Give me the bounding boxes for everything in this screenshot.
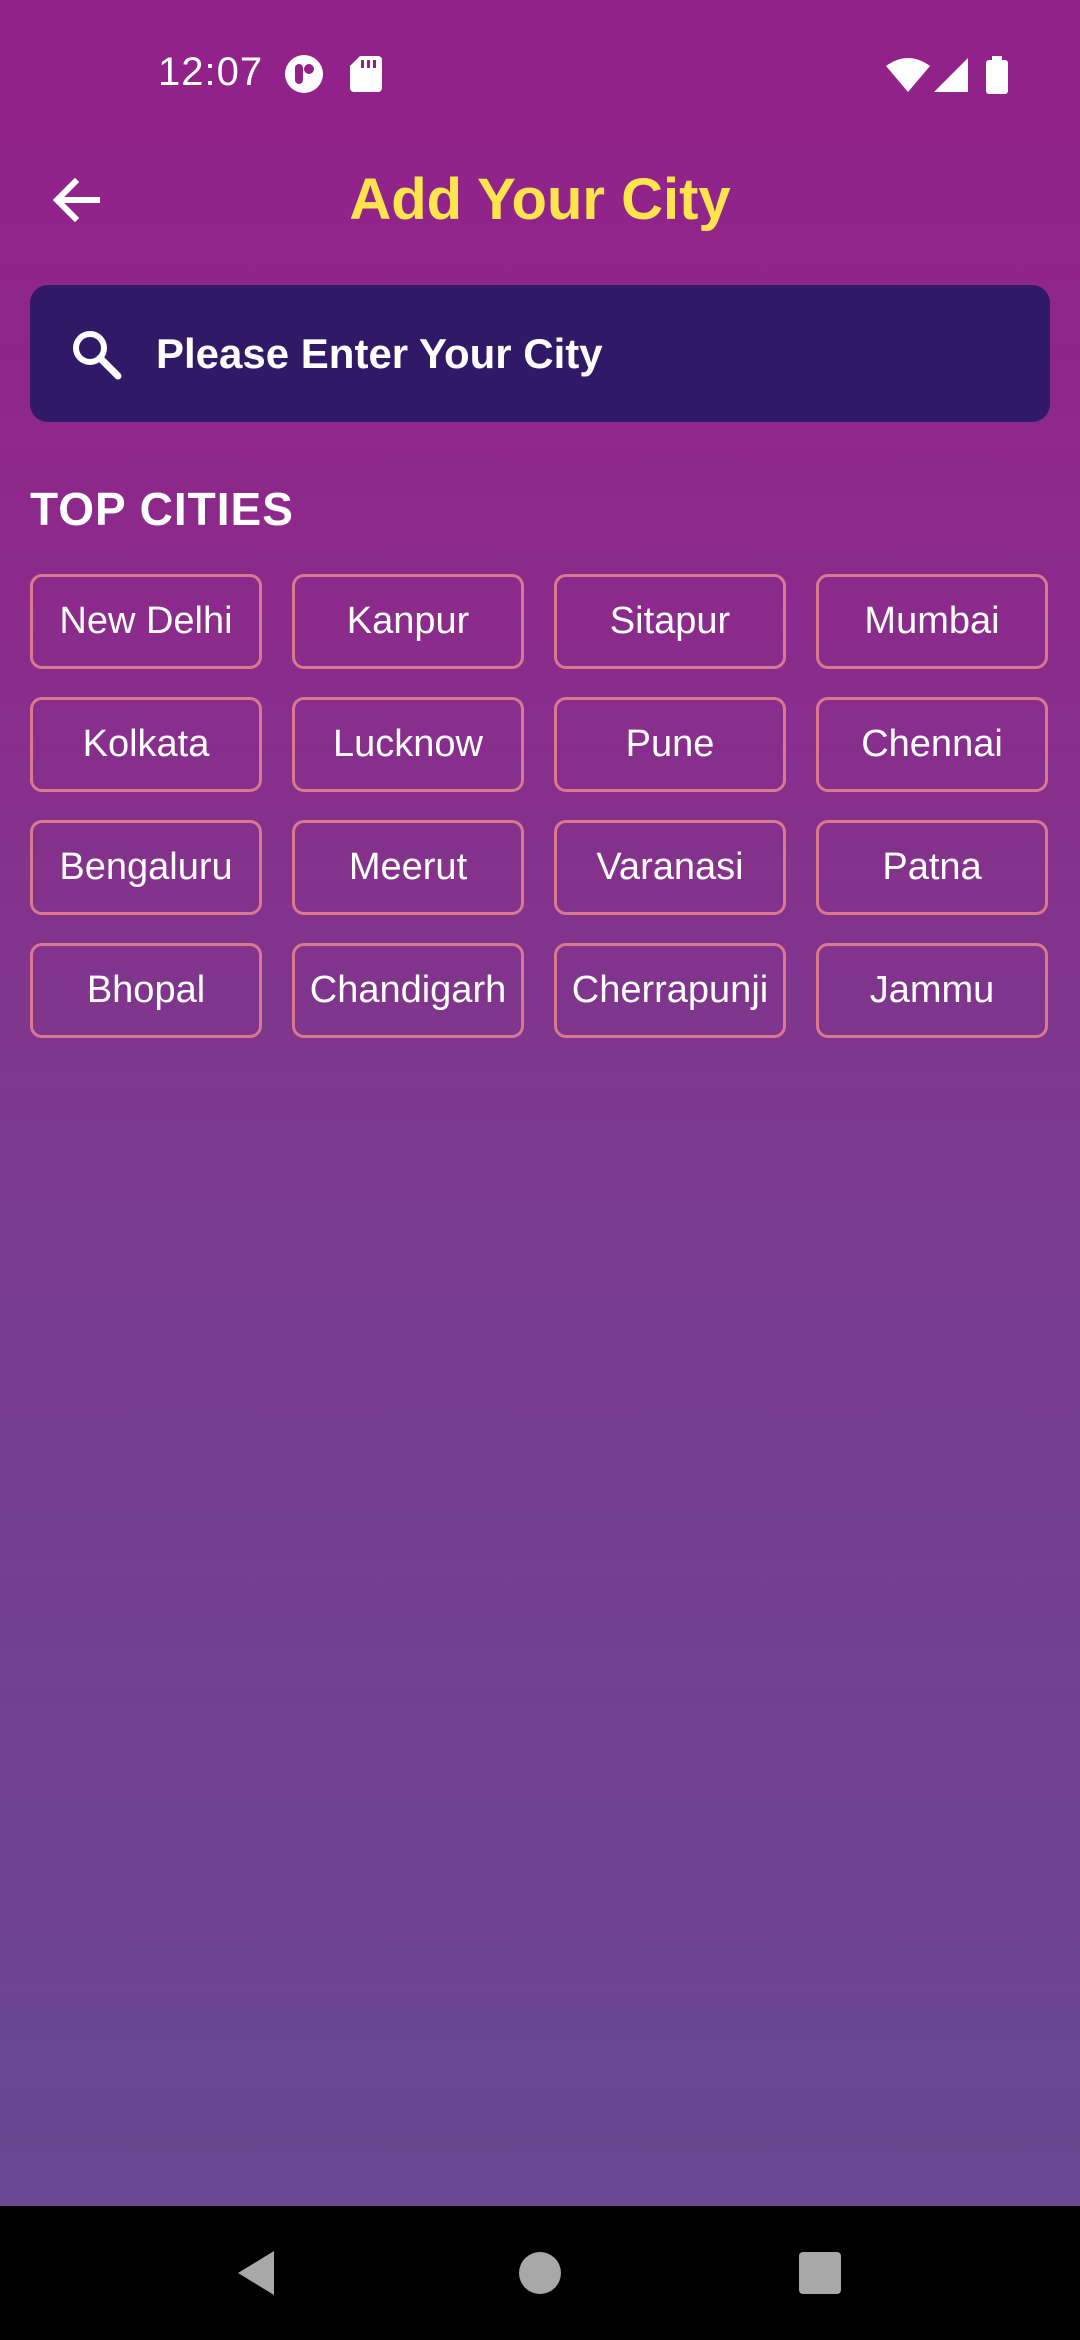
city-chip-chandigarh[interactable]: Chandigarh bbox=[292, 943, 524, 1038]
city-chip-lucknow[interactable]: Lucknow bbox=[292, 697, 524, 792]
top-cities-heading: TOP CITIES bbox=[30, 483, 294, 535]
city-chip-pune[interactable]: Pune bbox=[554, 697, 786, 792]
city-chip-kanpur[interactable]: Kanpur bbox=[292, 574, 524, 669]
city-chip-varanasi[interactable]: Varanasi bbox=[554, 820, 786, 915]
signal-icon bbox=[934, 58, 968, 97]
nav-recents-button[interactable] bbox=[760, 2206, 880, 2340]
city-chip-bengaluru[interactable]: Bengaluru bbox=[30, 820, 262, 915]
back-triangle-icon bbox=[238, 2251, 274, 2295]
city-chip-kolkata[interactable]: Kolkata bbox=[30, 697, 262, 792]
add-city-screen: 12:07 Add Your City Please Enter Your Ci… bbox=[0, 0, 1080, 2340]
status-bar: 12:07 bbox=[0, 0, 1080, 150]
search-icon bbox=[68, 326, 124, 382]
home-circle-icon bbox=[519, 2252, 561, 2294]
city-chip-jammu[interactable]: Jammu bbox=[816, 943, 1048, 1038]
city-search-input[interactable] bbox=[154, 284, 1050, 423]
status-time: 12:07 bbox=[158, 50, 264, 94]
notification-app-icon bbox=[284, 54, 324, 99]
city-chip-sitapur[interactable]: Sitapur bbox=[554, 574, 786, 669]
city-chip-bhopal[interactable]: Bhopal bbox=[30, 943, 262, 1038]
city-chip-chennai[interactable]: Chennai bbox=[816, 697, 1048, 792]
city-chip-cherrapunji[interactable]: Cherrapunji bbox=[554, 943, 786, 1038]
recents-square-icon bbox=[799, 2252, 841, 2294]
city-chip-patna[interactable]: Patna bbox=[816, 820, 1048, 915]
battery-icon bbox=[986, 56, 1008, 99]
city-chip-meerut[interactable]: Meerut bbox=[292, 820, 524, 915]
nav-home-button[interactable] bbox=[480, 2206, 600, 2340]
sd-card-icon bbox=[350, 56, 382, 97]
system-navigation-bar bbox=[0, 2206, 1080, 2340]
city-chip-mumbai[interactable]: Mumbai bbox=[816, 574, 1048, 669]
wifi-icon bbox=[886, 58, 930, 97]
page-title: Add Your City bbox=[349, 167, 731, 232]
search-bar[interactable] bbox=[30, 284, 1050, 423]
nav-back-button[interactable] bbox=[196, 2206, 316, 2340]
city-chip-new-delhi[interactable]: New Delhi bbox=[30, 574, 262, 669]
top-cities-grid: New Delhi Kanpur Sitapur Mumbai Kolkata … bbox=[30, 574, 1050, 1038]
